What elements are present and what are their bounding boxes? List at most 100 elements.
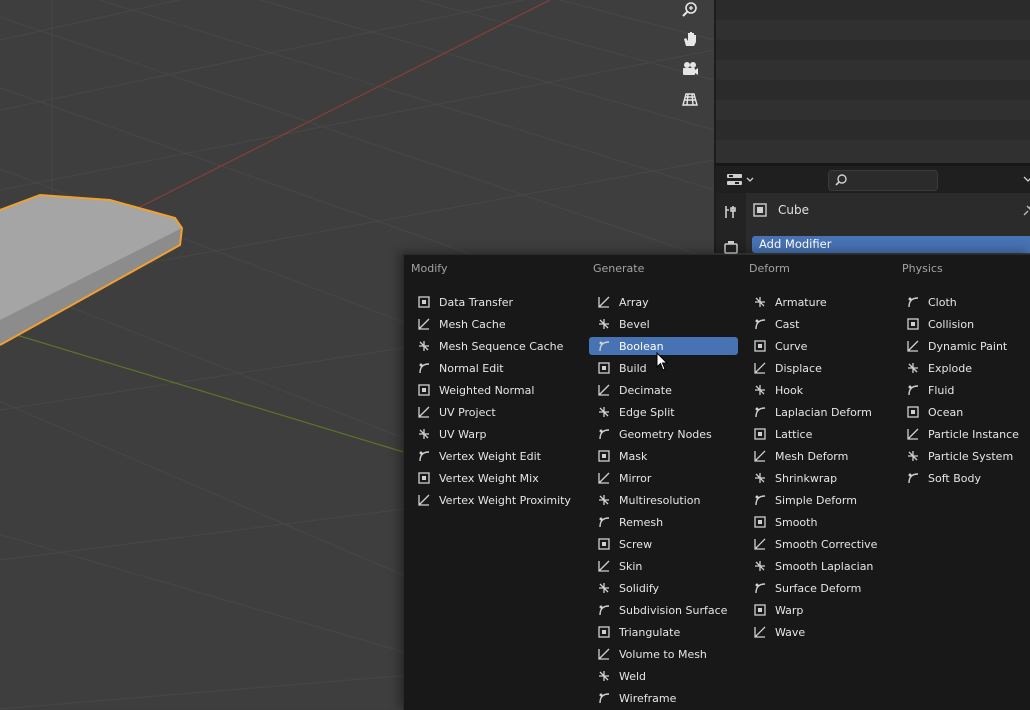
menu-item-label: Skin (619, 559, 643, 573)
menu-item-shrinkwrap[interactable]: Shrinkwrap (745, 469, 893, 487)
menu-item-explode[interactable]: Explode (898, 359, 1028, 377)
menu-item-data-transfer[interactable]: Data Transfer (409, 293, 584, 311)
menu-item-surface-deform[interactable]: Surface Deform (745, 579, 893, 597)
vertex-weight-edit-modifier-icon (419, 451, 430, 462)
x-axis-line (129, 0, 551, 213)
outliner-area[interactable] (714, 0, 1030, 163)
menu-item-bevel[interactable]: Bevel (589, 315, 738, 333)
vertex-weight-proximity-modifier-icon (418, 494, 430, 506)
object-name-field[interactable]: Cube (752, 201, 809, 219)
menu-item-wireframe[interactable]: Wireframe (589, 689, 738, 707)
menu-item-vertex-weight-mix[interactable]: Vertex Weight Mix (409, 469, 584, 487)
menu-item-label: Multiresolution (619, 493, 701, 507)
menu-item-mesh-cache[interactable]: Mesh Cache (409, 315, 584, 333)
menu-item-mesh-sequence-cache[interactable]: Mesh Sequence Cache (409, 337, 584, 355)
pan-hand-icon[interactable] (677, 26, 703, 52)
menu-item-laplacian-deform[interactable]: Laplacian Deform (745, 403, 893, 421)
menu-item-label: Vertex Weight Edit (439, 449, 541, 463)
menu-item-armature[interactable]: Armature (745, 293, 893, 311)
menu-item-dynamic-paint[interactable]: Dynamic Paint (898, 337, 1028, 355)
menu-item-geometry-nodes[interactable]: Geometry Nodes (589, 425, 738, 443)
menu-item-solidify[interactable]: Solidify (589, 579, 738, 597)
menu-item-vertex-weight-proximity[interactable]: Vertex Weight Proximity (409, 491, 584, 509)
menu-item-particle-system[interactable]: Particle System (898, 447, 1028, 465)
menu-item-array[interactable]: Array (589, 293, 738, 311)
menu-item-displace[interactable]: Displace (745, 359, 893, 377)
menu-item-edge-split[interactable]: Edge Split (589, 403, 738, 421)
remesh-modifier-icon (599, 517, 610, 528)
camera-icon[interactable] (677, 56, 703, 82)
menu-item-vertex-weight-edit[interactable]: Vertex Weight Edit (409, 447, 584, 465)
chevron-down-icon (746, 177, 754, 182)
menu-item-mask[interactable]: Mask (589, 447, 738, 465)
editor-type-button[interactable] (724, 170, 756, 190)
render-properties-icon[interactable] (723, 239, 739, 255)
menu-item-label: Smooth (775, 515, 818, 529)
menu-item-skin[interactable]: Skin (589, 557, 738, 575)
properties-editor-icon (727, 174, 742, 185)
pin-icon[interactable] (1022, 204, 1030, 216)
menu-item-volume-to-mesh[interactable]: Volume to Mesh (589, 645, 738, 663)
menu-item-cast[interactable]: Cast (745, 315, 893, 333)
menu-item-fluid[interactable]: Fluid (898, 381, 1028, 399)
simple-deform-modifier-icon (755, 495, 766, 506)
menu-item-screw[interactable]: Screw (589, 535, 738, 553)
menu-item-soft-body[interactable]: Soft Body (898, 469, 1028, 487)
menu-item-multiresolution[interactable]: Multiresolution (589, 491, 738, 509)
subdivision-surface-modifier-icon (599, 605, 610, 616)
uv-project-modifier-icon (418, 406, 430, 418)
menu-item-remesh[interactable]: Remesh (589, 513, 738, 531)
menu-item-label: Edge Split (619, 405, 675, 419)
menu-item-cloth[interactable]: Cloth (898, 293, 1028, 311)
menu-item-warp[interactable]: Warp (745, 601, 893, 619)
menu-item-label: Ocean (928, 405, 964, 419)
add-modifier-button[interactable]: Add Modifier (752, 236, 1030, 253)
menu-item-smooth[interactable]: Smooth (745, 513, 893, 531)
shrinkwrap-modifier-icon (755, 473, 765, 483)
menu-item-wave[interactable]: Wave (745, 623, 893, 641)
column-header-modify: Modify (411, 262, 448, 275)
collision-modifier-icon (907, 318, 919, 330)
search-input[interactable] (828, 170, 938, 191)
menu-item-label: Triangulate (619, 625, 681, 639)
triangulate-modifier-icon (598, 626, 610, 638)
armature-modifier-icon (755, 297, 765, 307)
cast-modifier-icon (755, 319, 766, 330)
menu-item-curve[interactable]: Curve (745, 337, 893, 355)
laplacian-deform-modifier-icon (755, 407, 766, 418)
column-header-deform: Deform (749, 262, 790, 275)
menu-item-label: Normal Edit (439, 361, 504, 375)
menu-item-normal-edit[interactable]: Normal Edit (409, 359, 584, 377)
menu-item-subdivision-surface[interactable]: Subdivision Surface (589, 601, 738, 619)
menu-item-label: Mesh Cache (439, 317, 506, 331)
chevron-down-icon[interactable] (1023, 174, 1030, 184)
menu-item-smooth-corrective[interactable]: Smooth Corrective (745, 535, 893, 553)
menu-item-weld[interactable]: Weld (589, 667, 738, 685)
menu-item-collision[interactable]: Collision (898, 315, 1028, 333)
mesh-deform-modifier-icon (754, 450, 766, 462)
menu-item-weighted-normal[interactable]: Weighted Normal (409, 381, 584, 399)
decimate-modifier-icon (598, 384, 610, 396)
menu-item-mesh-deform[interactable]: Mesh Deform (745, 447, 893, 465)
menu-item-label: Solidify (619, 581, 660, 595)
menu-item-smooth-laplacian[interactable]: Smooth Laplacian (745, 557, 893, 575)
menu-item-particle-instance[interactable]: Particle Instance (898, 425, 1028, 443)
menu-item-triangulate[interactable]: Triangulate (589, 623, 738, 641)
menu-item-hook[interactable]: Hook (745, 381, 893, 399)
menu-item-lattice[interactable]: Lattice (745, 425, 893, 443)
grid-view-icon[interactable] (677, 86, 703, 112)
array-modifier-icon (598, 296, 610, 308)
warp-modifier-icon (754, 604, 766, 616)
tool-settings-icon[interactable] (723, 204, 739, 220)
menu-item-label: Lattice (775, 427, 813, 441)
menu-item-label: Smooth Laplacian (775, 559, 874, 573)
menu-item-uv-project[interactable]: UV Project (409, 403, 584, 421)
menu-item-label: Particle System (928, 449, 1014, 463)
menu-item-mirror[interactable]: Mirror (589, 469, 738, 487)
menu-item-decimate[interactable]: Decimate (589, 381, 738, 399)
menu-item-ocean[interactable]: Ocean (898, 403, 1028, 421)
dynamic-paint-modifier-icon (907, 340, 919, 352)
menu-item-uv-warp[interactable]: UV Warp (409, 425, 584, 443)
curve-modifier-icon (754, 340, 766, 352)
menu-item-simple-deform[interactable]: Simple Deform (745, 491, 893, 509)
